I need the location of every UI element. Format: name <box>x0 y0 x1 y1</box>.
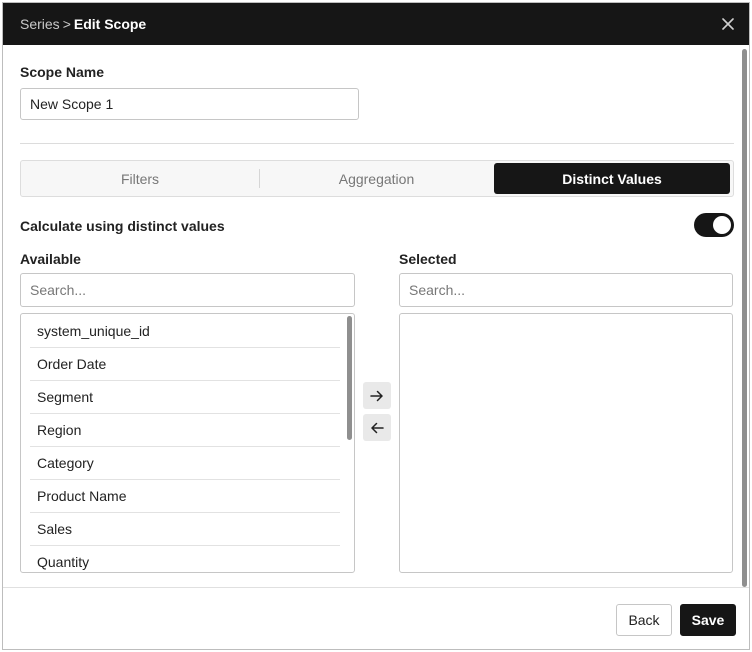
move-right-button[interactable] <box>363 382 391 409</box>
section-divider <box>20 143 734 144</box>
arrow-left-icon <box>371 422 384 433</box>
breadcrumb-series[interactable]: Series <box>20 16 60 32</box>
available-label: Available <box>20 251 81 267</box>
available-list-scrollbar[interactable] <box>347 316 352 440</box>
distinct-values-toggle[interactable] <box>694 213 734 237</box>
edit-scope-dialog: Series > Edit Scope Scope Name Filters A… <box>2 2 750 650</box>
selected-label: Selected <box>399 251 457 267</box>
available-search-input[interactable] <box>20 273 355 307</box>
list-item[interactable]: Category <box>30 447 340 480</box>
close-button[interactable] <box>717 13 739 35</box>
tab-filters[interactable]: Filters <box>21 161 259 196</box>
dialog-titlebar: Series > Edit Scope <box>3 3 749 45</box>
tab-distinct-values[interactable]: Distinct Values <box>494 163 730 194</box>
list-item[interactable]: Region <box>30 414 340 447</box>
save-button[interactable]: Save <box>680 604 736 636</box>
dialog-scrollbar[interactable] <box>742 49 747 587</box>
dialog-title: Edit Scope <box>73 16 147 32</box>
list-item[interactable]: Quantity <box>30 546 340 572</box>
tab-aggregation[interactable]: Aggregation <box>260 161 493 196</box>
list-item[interactable]: Order Date <box>30 348 340 381</box>
list-item[interactable]: Sales <box>30 513 340 546</box>
arrow-right-icon <box>370 390 383 401</box>
distinct-toggle-label: Calculate using distinct values <box>20 218 225 234</box>
selected-list[interactable] <box>399 313 733 573</box>
list-item[interactable]: Product Name <box>30 480 340 513</box>
toggle-knob <box>713 216 731 234</box>
available-list[interactable]: system_unique_id Order Date Segment Regi… <box>20 313 355 573</box>
back-button[interactable]: Back <box>616 604 672 636</box>
breadcrumb-separator: > <box>62 16 71 32</box>
footer-divider <box>3 587 749 588</box>
move-left-button[interactable] <box>363 414 391 441</box>
scope-name-label: Scope Name <box>20 64 105 80</box>
list-item[interactable]: system_unique_id <box>30 315 340 348</box>
selected-search-input[interactable] <box>399 273 733 307</box>
list-item[interactable]: Segment <box>30 381 340 414</box>
scope-tabs: Filters Aggregation Distinct Values <box>20 160 734 197</box>
scope-name-input[interactable] <box>20 88 359 120</box>
close-icon <box>722 18 734 30</box>
